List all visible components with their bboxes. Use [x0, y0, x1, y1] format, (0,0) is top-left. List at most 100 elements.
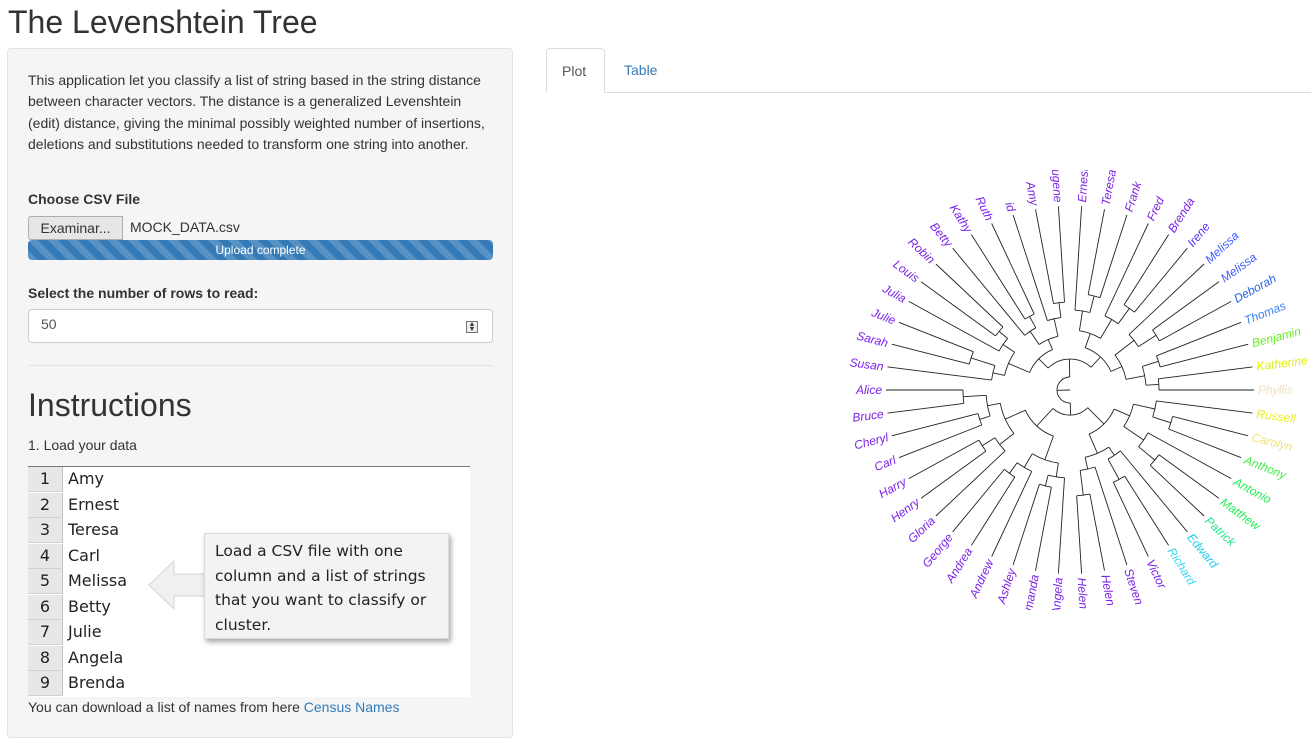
dendrogram-branch-103 [1058, 478, 1064, 574]
browse-button[interactable]: Examinar... [28, 216, 123, 240]
dendrogram-branch-22 [1118, 308, 1129, 323]
leaf-label: Thomas [1242, 299, 1287, 328]
leaf-label: Harry [876, 474, 909, 501]
dendrogram-branch-10 [1159, 301, 1231, 341]
leaf-label: Russell [1256, 407, 1297, 426]
dendrogram-branch-52 [1048, 340, 1052, 350]
sample-data-screenshot: 1Amy2Ernest3Teresa4Carl5Melissa6Betty7Ju… [28, 466, 470, 697]
dendrogram-branch-91 [1005, 410, 1025, 419]
sample-row-value: Julie [68, 620, 102, 644]
dendrogram-branch-13 [1138, 335, 1156, 346]
intro-text: This application let you classify a list… [28, 70, 493, 156]
sample-row: 8Angela [28, 646, 470, 672]
leaf-label: Alice [855, 383, 882, 397]
download-note: You can download a list of names from he… [28, 699, 399, 715]
dendrogram-branch-16 [1115, 340, 1134, 355]
leaf-label: Sarah [855, 329, 890, 351]
dendrogram-branch-96 [992, 471, 1032, 556]
dendrogram-branch-118 [1125, 476, 1169, 545]
dendrogram-branch-132 [1124, 427, 1144, 441]
levenshtein-dendrogram: PhyllisKatherineBenjaminThomasDeborahMel… [840, 170, 1310, 610]
dendrogram-branch-59 [1003, 345, 1015, 353]
leaf-label: Andrea [942, 545, 975, 586]
dendrogram-branch-102 [1045, 475, 1048, 486]
dendrogram-branch-66 [993, 373, 1005, 376]
leaf-label: Victor [1143, 557, 1169, 591]
leaf-label: Phyllis [1258, 383, 1293, 397]
dendrogram-branch-47 [1030, 316, 1036, 327]
spinner-arrows-icon[interactable]: ▲▼ [466, 321, 478, 333]
leaf-label: Richard [1165, 545, 1199, 588]
dendrogram-branch-30 [1075, 206, 1082, 310]
dendrogram-branch-26 [1100, 215, 1127, 298]
instructions-title: Instructions [28, 385, 192, 425]
dendrogram-branch-89 [1000, 434, 1014, 445]
dendrogram-branch-141 [1114, 409, 1130, 416]
leaf-label: Henry [888, 494, 923, 525]
download-text: You can download a list of names from he… [28, 699, 300, 715]
sample-row-value: Ernest [68, 493, 119, 517]
rows-number-input[interactable]: 50 ▲▼ [28, 309, 493, 343]
sample-row-value: Betty [68, 595, 111, 619]
left-arrow-icon [147, 557, 207, 613]
leaf-label: Julia [879, 281, 909, 306]
leaf-label: Katherine [1256, 353, 1309, 373]
leaf-label: Ashley [994, 566, 1019, 606]
dendrogram-branch-36 [1091, 357, 1101, 367]
sample-row-value: Angela [68, 646, 123, 670]
dendrogram-branch-134 [1173, 416, 1249, 435]
instruction-step-1: 1. Load your data [28, 437, 137, 453]
leaf-label: Fred [1144, 194, 1167, 223]
leaf-label: Steven [1121, 567, 1146, 607]
dendrogram-branch-18 [1111, 367, 1122, 372]
dendrogram-branch-78 [899, 425, 982, 458]
dendrogram-branch-14 [1129, 264, 1204, 335]
leaf-label: Betty [927, 220, 956, 251]
dendrogram-branch-114 [1095, 467, 1127, 565]
dendrogram-branch-100 [1036, 487, 1052, 571]
dendrogram-branch-60 [899, 322, 973, 351]
upload-progress-bar: Upload complete [28, 240, 493, 260]
leaf-label: Gloria [905, 514, 938, 546]
leaf-label: Helen [1075, 577, 1091, 609]
dendrogram-branch-63 [971, 358, 995, 366]
leaf-label: Julie [869, 305, 898, 328]
sample-row-value: Teresa [68, 518, 119, 542]
dendrogram-branch-109 [1037, 408, 1053, 426]
sample-row-number: 7 [28, 620, 63, 645]
sample-row-number: 5 [28, 569, 63, 594]
dendrogram-branch-120 [1108, 459, 1119, 479]
dendrogram-branch-29 [1090, 296, 1094, 313]
dendrogram-branch-99 [1013, 484, 1039, 565]
dendrogram-branch-137 [1156, 401, 1252, 413]
dendrogram-branch-9 [1126, 376, 1145, 380]
dendrogram-branch-40 [1059, 303, 1061, 318]
callout-box: Load a CSV file with one column and a li… [204, 533, 449, 639]
file-input-label: Choose CSV File [28, 191, 140, 207]
dendrogram-branch-20 [1124, 235, 1169, 305]
leaf-label: Louis [890, 257, 921, 285]
census-names-link[interactable]: Census Names [304, 699, 400, 715]
sample-row: 9Brenda [28, 671, 470, 697]
leaf-label: Andrew [966, 556, 997, 601]
leaf-label: Amy [1023, 179, 1042, 207]
tab-table[interactable]: Table [609, 48, 672, 93]
leaf-label: Cheryl [853, 430, 890, 452]
leaf-label: Benjamin [1250, 324, 1302, 350]
tab-plot[interactable]: Plot [546, 48, 605, 93]
dendrogram-branch-76 [963, 395, 986, 396]
dendrogram-branch-11 [1153, 282, 1219, 330]
dendrogram-branch-127 [1159, 455, 1219, 499]
leaf-label: Kathy [947, 202, 976, 236]
dendrogram-branch-80 [980, 416, 991, 419]
dendrogram-branch-54 [921, 282, 996, 336]
leaf-label: Angela [1049, 577, 1065, 610]
dendrogram-branch-5 [1157, 322, 1242, 356]
dendrogram-branch-129 [1139, 447, 1155, 460]
leaf-label: Amanda [1020, 573, 1042, 610]
sample-row-number: 3 [28, 518, 63, 543]
sample-row-value: Melissa [68, 569, 127, 593]
leaf-label: Irene [1185, 219, 1213, 249]
dendrogram-branch-136 [1153, 417, 1171, 423]
dendrogram-branch-1 [1158, 367, 1252, 379]
